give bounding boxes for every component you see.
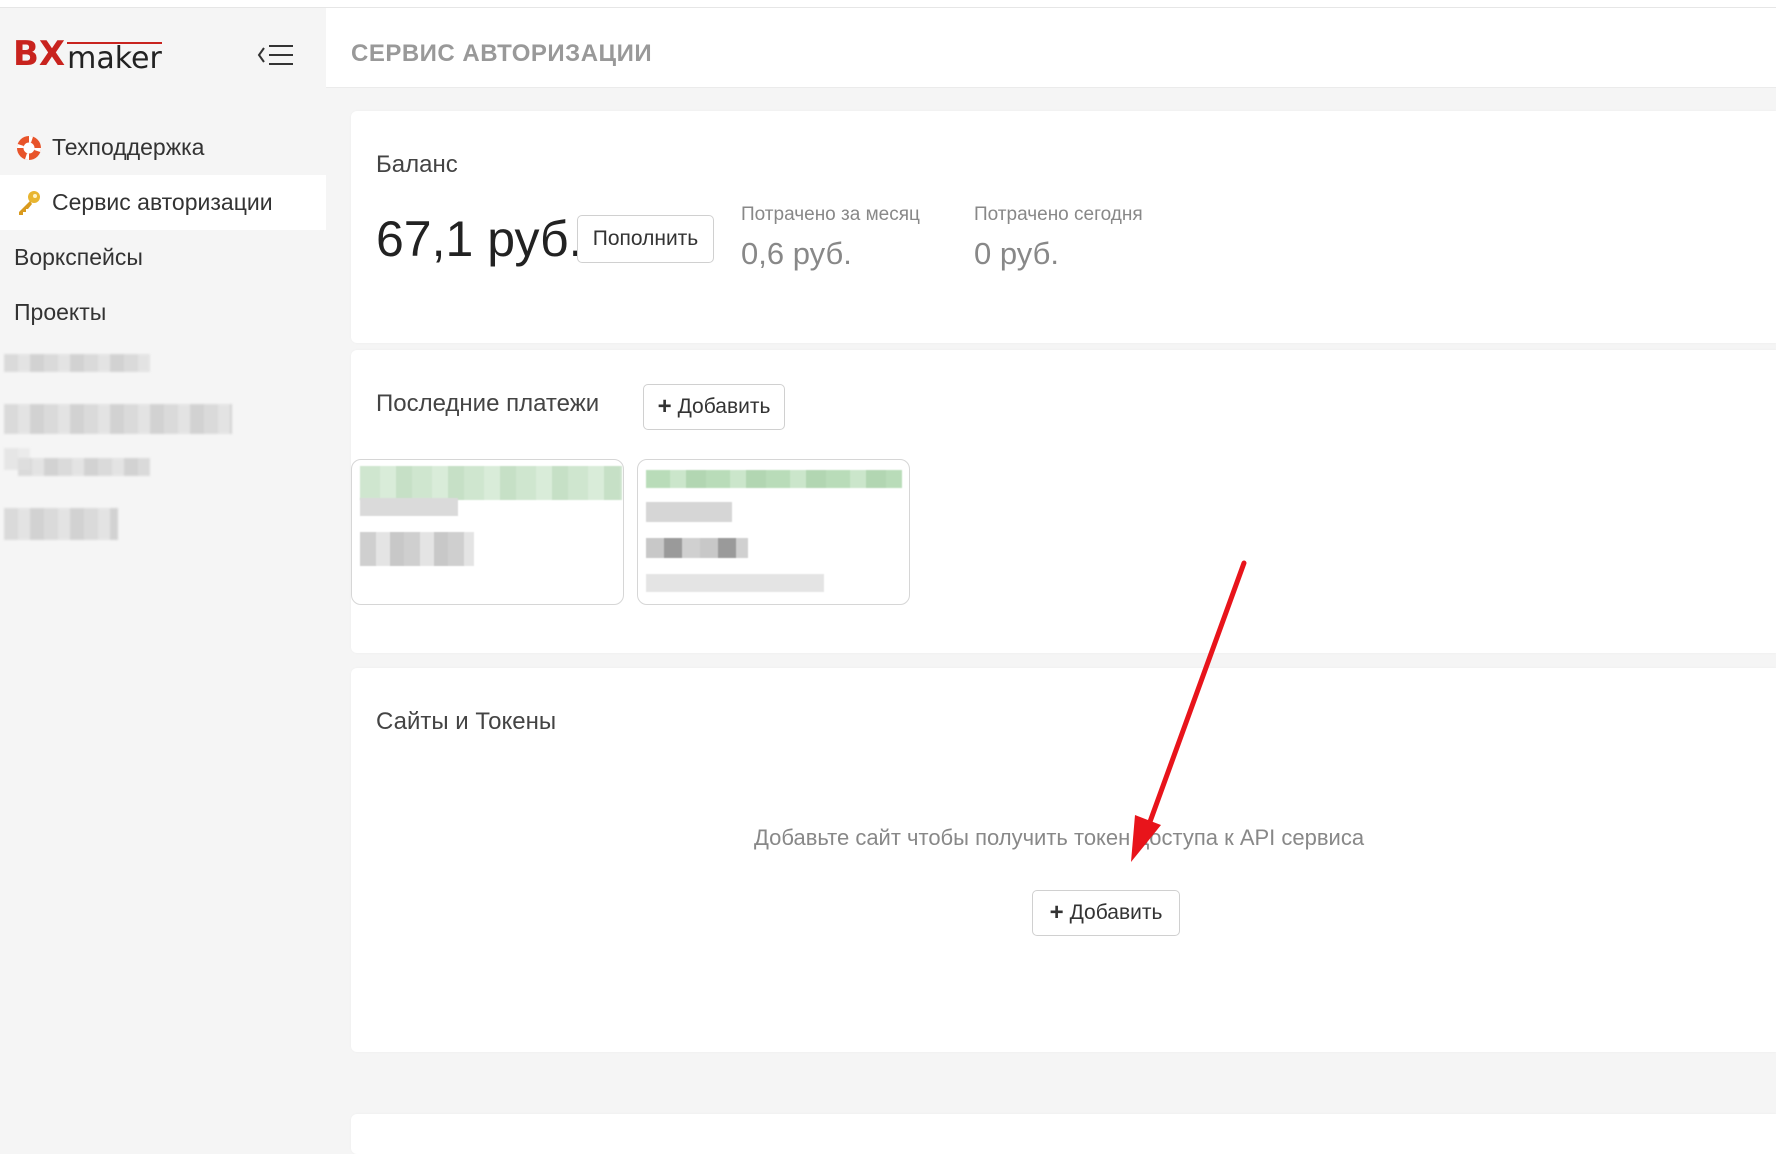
logo[interactable]: BX maker bbox=[13, 34, 162, 74]
plus-icon: + bbox=[657, 393, 672, 420]
balance-title: Баланс bbox=[376, 151, 458, 178]
sidebar-item-redacted[interactable] bbox=[0, 396, 326, 452]
spent-today-label: Потрачено сегодня bbox=[974, 204, 1143, 225]
sites-title: Сайты и Токены bbox=[376, 708, 557, 735]
add-site-button[interactable]: + Добавить bbox=[1032, 890, 1180, 936]
sidebar-item-support[interactable]: Техподдержка bbox=[0, 120, 326, 175]
top-border bbox=[0, 0, 1776, 8]
logo-maker: maker bbox=[67, 41, 162, 76]
sidebar-item-label: Воркспейсы bbox=[14, 244, 143, 270]
balance-card: Баланс 67,1 руб. Пополнить Потрачено за … bbox=[351, 111, 1776, 343]
sidebar-item-redacted[interactable] bbox=[0, 508, 326, 564]
payments-card: Последние платежи + Добавить bbox=[351, 350, 1776, 653]
payment-tile[interactable] bbox=[637, 459, 910, 605]
sidebar-nav: Техподдержка Сервис авторизации Воркспей… bbox=[0, 120, 326, 564]
sidebar-item-projects[interactable]: Проекты bbox=[0, 285, 326, 340]
next-card bbox=[351, 1114, 1776, 1154]
payments-title: Последние платежи bbox=[376, 390, 600, 417]
sites-tokens-card: Сайты и Токены Добавьте сайт чтобы получ… bbox=[351, 668, 1776, 1052]
spent-today-value: 0 руб. bbox=[974, 236, 1059, 271]
payment-tile[interactable] bbox=[351, 459, 624, 605]
plus-icon: + bbox=[1049, 899, 1064, 926]
sidebar-item-auth-service[interactable]: Сервис авторизации bbox=[0, 175, 326, 230]
spent-month-label: Потрачено за месяц bbox=[741, 204, 920, 225]
sites-empty-text: Добавьте сайт чтобы получить токен досту… bbox=[754, 825, 1365, 850]
sidebar-item-redacted[interactable] bbox=[0, 448, 326, 508]
collapse-menu-icon[interactable] bbox=[256, 40, 296, 70]
page-header: СЕРВИС АВТОРИЗАЦИИ bbox=[326, 8, 1776, 88]
add-payment-label: Добавить bbox=[677, 395, 771, 418]
spent-month-value: 0,6 руб. bbox=[741, 236, 852, 271]
sidebar-item-label: Проекты bbox=[14, 299, 107, 325]
sidebar-item-workspaces[interactable]: Воркспейсы bbox=[0, 230, 326, 285]
sidebar-item-label: Техподдержка bbox=[52, 134, 205, 160]
add-payment-button[interactable]: + Добавить bbox=[643, 384, 785, 430]
main-content: СЕРВИС АВТОРИЗАЦИИ Баланс 67,1 руб. Попо… bbox=[326, 8, 1776, 1154]
add-site-label: Добавить bbox=[1069, 901, 1163, 924]
key-icon bbox=[14, 188, 44, 218]
balance-value: 67,1 руб. bbox=[376, 211, 583, 267]
topup-button[interactable]: Пополнить bbox=[577, 215, 714, 263]
sidebar-item-redacted[interactable] bbox=[0, 340, 326, 396]
sidebar: BX maker Техподдержка Сервис авторизации… bbox=[0, 8, 326, 1138]
lifebuoy-icon bbox=[14, 133, 44, 163]
sidebar-item-label: Сервис авторизации bbox=[52, 189, 273, 215]
page-title: СЕРВИС АВТОРИЗАЦИИ bbox=[351, 40, 653, 67]
logo-bx: BX bbox=[13, 34, 66, 74]
